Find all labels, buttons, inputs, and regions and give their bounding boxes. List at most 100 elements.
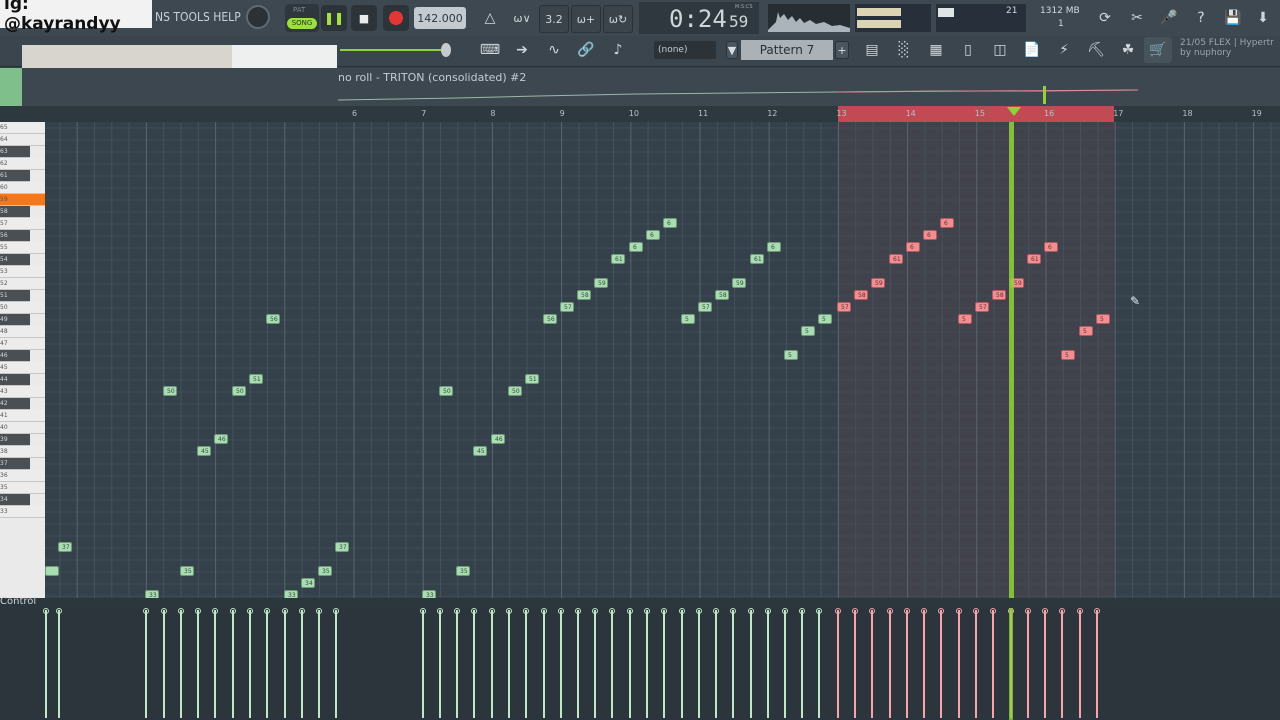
note[interactable]: 50 xyxy=(163,386,177,396)
piano-key[interactable]: 33 xyxy=(0,506,45,518)
velocity-stem[interactable] xyxy=(335,610,337,718)
channel-rack-icon[interactable]: ▦ xyxy=(922,37,950,63)
velocity-stem[interactable] xyxy=(663,610,665,718)
link-icon[interactable]: 🔗 xyxy=(572,37,600,63)
timeline-ruler[interactable]: 6 7 8 9 10 11 12 13 14 15 16 17 18 19 xyxy=(0,106,1280,122)
velocity-stem[interactable] xyxy=(525,610,527,718)
velocity-stem[interactable] xyxy=(940,610,942,718)
velocity-handle-icon[interactable] xyxy=(282,608,288,614)
velocity-handle-icon[interactable] xyxy=(523,608,529,614)
velocity-stem[interactable] xyxy=(837,610,839,718)
news-panel[interactable]: 21/05 FLEX | Hypertr by nuphory xyxy=(1180,38,1274,58)
piano-key[interactable]: 34 xyxy=(0,494,30,506)
playhead[interactable] xyxy=(1009,122,1014,598)
velocity-handle-icon[interactable] xyxy=(696,608,702,614)
velocity-stem[interactable] xyxy=(163,610,165,718)
note[interactable]: 50 xyxy=(508,386,522,396)
help-icon[interactable]: ? xyxy=(1187,5,1215,31)
piano-key[interactable]: 51 xyxy=(0,290,30,302)
master-pitch-slider[interactable] xyxy=(340,49,450,51)
piano-key[interactable]: 37 xyxy=(0,458,30,470)
note[interactable]: 5 xyxy=(801,326,815,336)
snap-select[interactable]: (none) xyxy=(654,41,716,59)
velocity-handle-icon[interactable] xyxy=(575,608,581,614)
selected-note[interactable]: 6 xyxy=(1044,242,1058,252)
note-grid[interactable]: 37 33 35 50 45 46 50 51 56 33 34 35 37 33 50 35 45 46 50 51… xyxy=(45,122,1280,598)
velocity-stem[interactable] xyxy=(923,610,925,718)
selected-note[interactable]: 6 xyxy=(906,242,920,252)
note[interactable]: 6 xyxy=(767,242,781,252)
note[interactable]: 45 xyxy=(473,446,487,456)
piano-key[interactable]: 47 xyxy=(0,338,45,350)
note[interactable]: 59 xyxy=(594,278,608,288)
selected-note[interactable]: 57 xyxy=(837,302,851,312)
velocity-stem[interactable] xyxy=(871,610,873,718)
velocity-stem[interactable] xyxy=(543,610,545,718)
piano-key[interactable]: 64 xyxy=(0,134,45,146)
velocity-handle-icon[interactable] xyxy=(489,608,495,614)
pause-button[interactable]: ❚❚ xyxy=(321,5,347,31)
microphone-icon[interactable]: 🎤 xyxy=(1155,5,1183,31)
velocity-handle-icon[interactable] xyxy=(938,608,944,614)
note[interactable]: 50 xyxy=(232,386,246,396)
piano-key[interactable]: 41 xyxy=(0,410,45,422)
piano-key[interactable]: 61 xyxy=(0,170,30,182)
velocity-stem[interactable] xyxy=(594,610,596,718)
note[interactable]: 33 xyxy=(145,590,159,598)
note[interactable]: 56 xyxy=(543,314,557,324)
piano-key[interactable]: 56 xyxy=(0,230,30,242)
piano-key[interactable]: 43 xyxy=(0,386,45,398)
piano-key[interactable]: 63 xyxy=(0,146,30,158)
piano-key[interactable]: 53 xyxy=(0,266,45,278)
velocity-handle-icon[interactable] xyxy=(852,608,858,614)
note[interactable]: 5 xyxy=(784,350,798,360)
velocity-handle-icon[interactable] xyxy=(904,608,910,614)
velocity-stem[interactable] xyxy=(1061,610,1063,718)
step-edit-icon[interactable]: ω+ xyxy=(571,5,601,33)
velocity-stem[interactable] xyxy=(646,610,648,718)
velocity-stem[interactable] xyxy=(958,610,960,718)
piano-key[interactable]: 55 xyxy=(0,242,45,254)
velocity-handle-icon[interactable] xyxy=(195,608,201,614)
velocity-stem[interactable] xyxy=(784,610,786,718)
touch-controller-icon[interactable]: ☘ xyxy=(1114,37,1142,63)
velocity-handle-icon[interactable] xyxy=(713,608,719,614)
note[interactable]: 35 xyxy=(180,566,194,576)
refresh-icon[interactable]: ⟳ xyxy=(1091,5,1119,31)
tools-icon[interactable]: ⛏ xyxy=(1082,37,1110,63)
selected-note[interactable]: 5 xyxy=(958,314,972,324)
velocity-handle-icon[interactable] xyxy=(679,608,685,614)
velocity-handle-icon[interactable] xyxy=(333,608,339,614)
velocity-stem[interactable] xyxy=(214,610,216,718)
velocity-handle-icon[interactable] xyxy=(1094,608,1100,614)
selected-note[interactable]: 5 xyxy=(1079,326,1093,336)
velocity-stem[interactable] xyxy=(301,610,303,718)
note[interactable]: 6 xyxy=(646,230,660,240)
velocity-stem[interactable] xyxy=(1027,610,1029,718)
note[interactable]: 37 xyxy=(58,542,72,552)
velocity-stem[interactable] xyxy=(1079,610,1081,718)
velocity-stem[interactable] xyxy=(906,610,908,718)
note[interactable]: 5 xyxy=(681,314,695,324)
note[interactable]: 5 xyxy=(818,314,832,324)
wait-for-input-icon[interactable]: ω∨ xyxy=(508,5,536,31)
piano-key[interactable]: 58 xyxy=(0,206,30,218)
velocity-stem[interactable] xyxy=(732,610,734,718)
velocity-stem[interactable] xyxy=(560,610,562,718)
selected-note[interactable]: 6 xyxy=(923,230,937,240)
velocity-stem[interactable] xyxy=(473,610,475,718)
velocity-stem[interactable] xyxy=(284,610,286,718)
add-pattern-button[interactable]: + xyxy=(835,41,849,59)
browser-icon[interactable]: ◫ xyxy=(986,37,1014,63)
piano-roll-icon[interactable]: ░ xyxy=(890,37,918,63)
velocity-stem[interactable] xyxy=(854,610,856,718)
velocity-handle-icon[interactable] xyxy=(143,608,149,614)
record-button[interactable] xyxy=(383,5,409,31)
note[interactable]: 51 xyxy=(525,374,539,384)
selected-note[interactable]: 61 xyxy=(1027,254,1041,264)
velocity-handle-icon[interactable] xyxy=(921,608,927,614)
note[interactable]: 46 xyxy=(214,434,228,444)
velocity-handle-icon[interactable] xyxy=(730,608,736,614)
velocity-stem[interactable] xyxy=(45,610,47,718)
velocity-handle-icon[interactable] xyxy=(506,608,512,614)
